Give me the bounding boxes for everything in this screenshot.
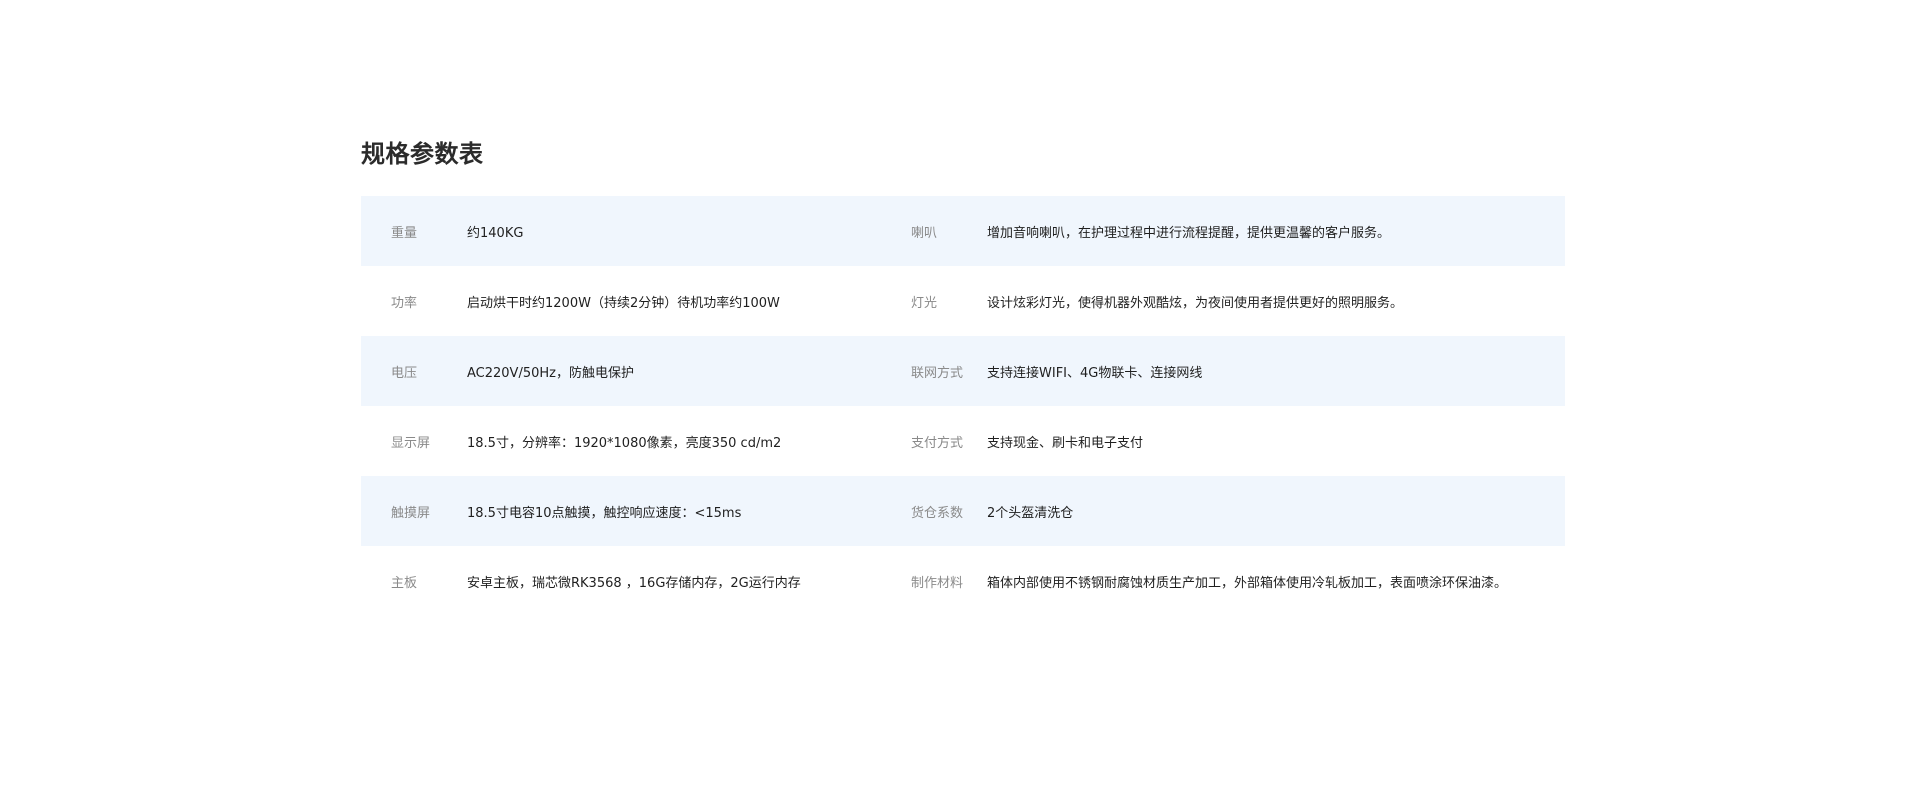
spec-value: 18.5寸电容10点触摸，触控响应速度：<15ms — [467, 505, 742, 521]
spec-section: 规格参数表 重量 约140KG 喇叭 增加音响喇叭，在护理过程中进行流程提醒，提… — [361, 134, 1565, 616]
spec-value: 安卓主板，瑞芯微RK3568 ，16G存储内存，2G运行内存 — [467, 575, 801, 591]
spec-value: 箱体内部使用不锈钢耐腐蚀材质生产加工，外部箱体使用冷轧板加工，表面喷涂环保油漆。 — [987, 575, 1508, 591]
spec-label: 喇叭 — [911, 225, 938, 241]
spec-value: 增加音响喇叭，在护理过程中进行流程提醒，提供更温馨的客户服务。 — [987, 225, 1391, 241]
spec-value: 18.5寸，分辨率：1920*1080像素，亮度350 cd/m2 — [467, 435, 782, 451]
spec-row: 重量 约140KG 喇叭 增加音响喇叭，在护理过程中进行流程提醒，提供更温馨的客… — [361, 196, 1565, 266]
spec-label: 电压 — [391, 365, 418, 381]
spec-label: 重量 — [391, 225, 418, 241]
spec-row: 主板 安卓主板，瑞芯微RK3568 ，16G存储内存，2G运行内存 制作材料 箱… — [361, 546, 1565, 616]
spec-label: 联网方式 — [911, 365, 964, 381]
spec-label: 触摸屏 — [391, 505, 431, 521]
spec-row: 触摸屏 18.5寸电容10点触摸，触控响应速度：<15ms 货仓系数 2个头盔清… — [361, 476, 1565, 546]
spec-value: 支持连接WIFI、4G物联卡、连接网线 — [987, 365, 1203, 381]
spec-row: 功率 启动烘干时约1200W（持续2分钟）待机功率约100W 灯光 设计炫彩灯光… — [361, 266, 1565, 336]
spec-label: 货仓系数 — [911, 505, 964, 521]
spec-label: 支付方式 — [911, 435, 964, 451]
spec-label: 主板 — [391, 575, 418, 591]
spec-value: AC220V/50Hz，防触电保护 — [467, 365, 634, 381]
page-title: 规格参数表 — [361, 140, 484, 168]
spec-value: 启动烘干时约1200W（持续2分钟）待机功率约100W — [467, 295, 780, 311]
spec-value: 2个头盔清洗仓 — [987, 505, 1074, 521]
spec-label: 显示屏 — [391, 435, 431, 451]
spec-value: 约140KG — [467, 225, 524, 241]
spec-value: 设计炫彩灯光，使得机器外观酷炫，为夜间使用者提供更好的照明服务。 — [987, 295, 1404, 311]
spec-page: 规格参数表 重量 约140KG 喇叭 增加音响喇叭，在护理过程中进行流程提醒，提… — [0, 0, 1920, 800]
spec-table: 重量 约140KG 喇叭 增加音响喇叭，在护理过程中进行流程提醒，提供更温馨的客… — [361, 196, 1565, 616]
spec-label: 功率 — [391, 295, 418, 311]
spec-row: 显示屏 18.5寸，分辨率：1920*1080像素，亮度350 cd/m2 支付… — [361, 406, 1565, 476]
spec-row: 电压 AC220V/50Hz，防触电保护 联网方式 支持连接WIFI、4G物联卡… — [361, 336, 1565, 406]
spec-label: 制作材料 — [911, 575, 964, 591]
spec-label: 灯光 — [911, 295, 938, 311]
spec-value: 支持现金、刷卡和电子支付 — [987, 435, 1144, 451]
